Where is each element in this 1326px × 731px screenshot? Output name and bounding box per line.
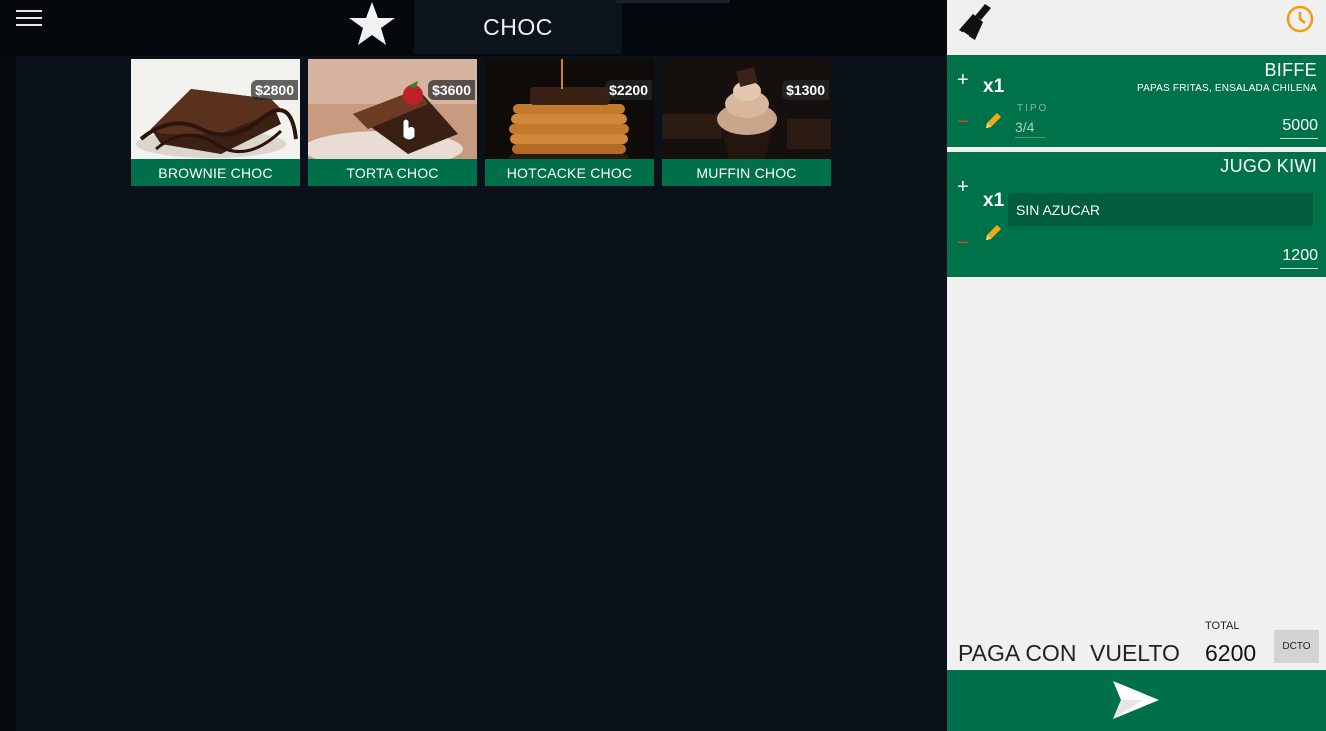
broom-icon[interactable]: [955, 0, 1003, 44]
category-title[interactable]: CHOC: [414, 0, 622, 54]
product-name: HOTCACKE CHOC: [485, 159, 654, 186]
tipo-field[interactable]: 3/4: [1015, 119, 1045, 138]
order-item-jugo-kiwi[interactable]: + x1 − JUGO KIWI SIN AZUCAR 1200: [947, 152, 1326, 277]
item-subtitle: PAPAS FRITAS, ENSALADA CHILENA: [1137, 83, 1317, 94]
top-bar: CHOC: [0, 0, 947, 56]
item-quantity: x1: [983, 76, 1005, 97]
item-quantity: x1: [983, 190, 1005, 211]
item-price-field[interactable]: 1200: [1280, 247, 1318, 269]
product-name: BROWNIE CHOC: [131, 159, 300, 186]
pencil-icon[interactable]: [983, 111, 1003, 131]
product-image-muffin: $1300: [662, 59, 831, 159]
product-price: $1300: [782, 80, 829, 100]
item-price-field[interactable]: 5000: [1280, 117, 1318, 139]
order-item-biffe[interactable]: + x1 − BIFFE PAPAS FRITAS, ENSALADA CHIL…: [947, 55, 1326, 147]
hamburger-icon[interactable]: [16, 10, 42, 28]
increase-qty-button[interactable]: +: [957, 69, 969, 92]
item-title: BIFFE: [1264, 60, 1317, 80]
send-order-button[interactable]: [947, 670, 1326, 731]
product-card-muffin[interactable]: $1300 MUFFIN CHOC: [662, 59, 831, 186]
product-image-hotcacke: $2200: [485, 59, 654, 159]
item-note-field[interactable]: SIN AZUCAR: [1008, 193, 1313, 226]
vuelto-label: VUELTO: [1090, 640, 1180, 666]
star-icon[interactable]: [348, 0, 396, 48]
product-image-brownie: $2800: [131, 59, 300, 159]
discount-button[interactable]: DCTO: [1274, 630, 1319, 663]
increase-qty-button[interactable]: +: [957, 176, 969, 199]
tipo-label: TIPO: [1017, 103, 1049, 114]
item-title: JUGO KIWI: [1220, 156, 1317, 176]
top-strip: [616, 0, 730, 3]
paga-con-field[interactable]: PAGA CON: [958, 640, 1076, 667]
left-edge: [0, 56, 16, 731]
clock-icon[interactable]: [1285, 4, 1315, 34]
product-price: $2200: [605, 80, 652, 100]
order-panel: + x1 − BIFFE PAPAS FRITAS, ENSALADA CHIL…: [947, 0, 1326, 731]
decrease-qty-button[interactable]: −: [957, 232, 969, 255]
total-value: 6200: [1205, 640, 1257, 666]
product-card-hotcacke[interactable]: $2200 HOTCACKE CHOC: [485, 59, 654, 186]
product-price: $3600: [428, 80, 475, 100]
product-card-torta[interactable]: $3600 TORTA CHOC: [308, 59, 477, 186]
product-price: $2800: [251, 80, 298, 100]
decrease-qty-button[interactable]: −: [957, 111, 969, 134]
product-list: $2800 BROWNIE CHOC $3600 TORTA CHOC $220…: [131, 59, 831, 186]
product-name: TORTA CHOC: [308, 159, 477, 186]
total-label: TOTAL: [1205, 620, 1240, 632]
pencil-icon[interactable]: [983, 223, 1003, 243]
product-name: MUFFIN CHOC: [662, 159, 831, 186]
product-image-torta: $3600: [308, 59, 477, 159]
send-icon: [1113, 681, 1159, 719]
totals-row: PAGA CON VUELTO TOTAL 6200 DCTO: [947, 618, 1326, 670]
product-card-brownie[interactable]: $2800 BROWNIE CHOC: [131, 59, 300, 186]
